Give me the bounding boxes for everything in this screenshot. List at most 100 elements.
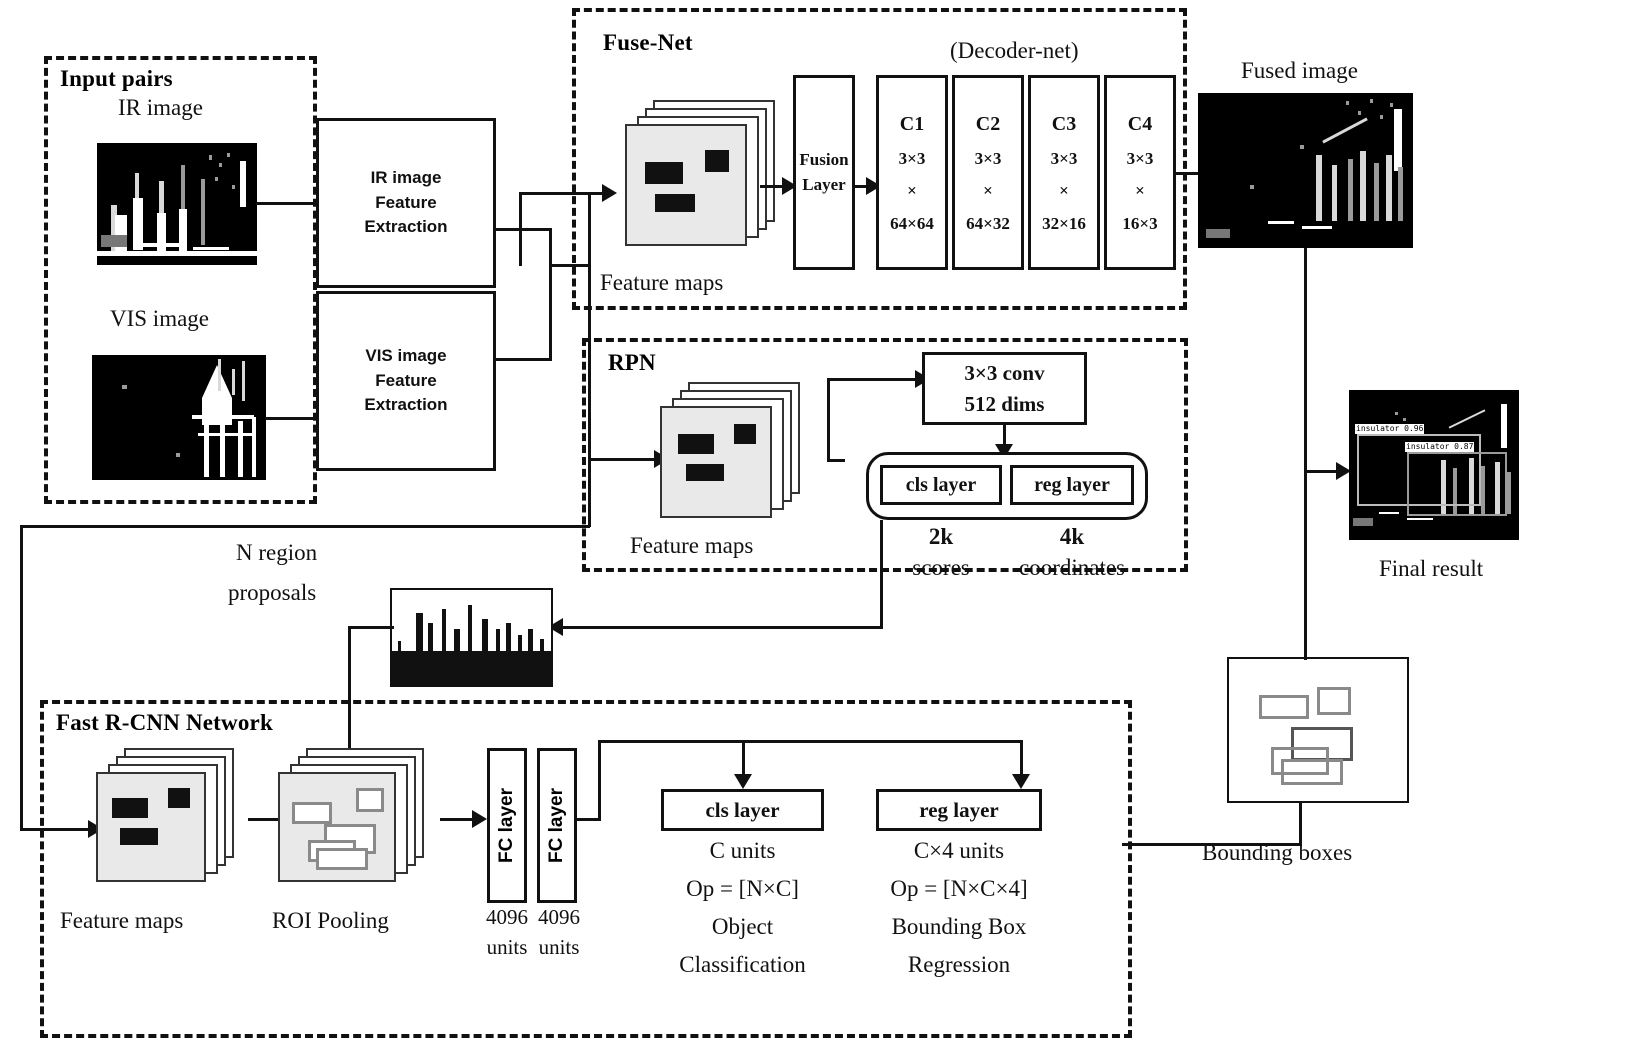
ir-feature-extraction-line-1: IR image: [370, 168, 442, 188]
conv-c3-channels: 32×16: [1042, 213, 1086, 233]
rpn-cls-units-line-2: scores: [912, 555, 970, 580]
wire-rpn-fm-bottom: [827, 459, 845, 462]
wire-bus-to-cls: [742, 740, 745, 778]
proposals-caption-line-2: proposals: [228, 580, 317, 605]
wire-rpn-fm-riser: [827, 378, 830, 462]
conv-block-c1[interactable]: C1 3×3 × 64×64: [876, 75, 948, 270]
group-label-fast-rcnn: Fast R-CNN Network: [56, 710, 273, 735]
roi-pooling-maps: [278, 748, 453, 903]
detection-label-1: insulator 0.96: [1355, 424, 1425, 434]
cls-desc-line-3: Object: [711, 914, 774, 939]
conv-c3-times: ×: [1059, 181, 1069, 201]
conv-c2-kernel: 3×3: [974, 149, 1002, 169]
conv-c1-name: C1: [899, 113, 925, 136]
fusion-layer-line-2: Layer: [802, 174, 846, 194]
region-proposals-thumbnail-frame: [390, 588, 553, 687]
fastrcnn-reg-layer-box[interactable]: reg layer: [876, 789, 1042, 831]
arrowhead-cls-layer: [734, 774, 752, 789]
arrowhead-fc1: [472, 810, 487, 828]
rpn-reg-units-line-2: coordinates: [1018, 555, 1125, 580]
ir-feature-extraction-line-3: Extraction: [364, 217, 448, 237]
conv-c2-times: ×: [983, 181, 993, 201]
conv-c2-channels: 64×32: [966, 213, 1010, 233]
rpn-cls-layer-box[interactable]: cls layer: [880, 465, 1002, 505]
vis-feature-extraction-box[interactable]: VIS image Feature Extraction: [316, 291, 496, 471]
detection-label-2: insulator 0.87: [1405, 442, 1475, 452]
conv-c3-name: C3: [1051, 113, 1077, 136]
conv-c4-channels: 16×3: [1122, 213, 1158, 233]
fusion-layer-box[interactable]: Fusion Layer: [793, 75, 855, 270]
rpn-feature-maps-caption: Feature maps: [630, 533, 754, 558]
roi-pooling-caption: ROI Pooling: [272, 908, 389, 933]
fc2-units-line-1: 4096: [538, 905, 580, 929]
diagram-canvas: Input pairs IR image VIS image IR image …: [0, 0, 1637, 1048]
conv-c4-kernel: 3×3: [1126, 149, 1154, 169]
fastrcnn-cls-layer-label: cls layer: [705, 797, 780, 822]
conv-c2-name: C2: [975, 113, 1001, 136]
wire-to-fastrcnn-left-riser: [20, 525, 23, 831]
conv-c3-kernel: 3×3: [1050, 149, 1078, 169]
conv-c4-times: ×: [1135, 181, 1145, 201]
bounding-boxes-panel: [1227, 657, 1409, 803]
fastrcnn-feature-maps: [96, 748, 261, 903]
wire-proposals-left: [348, 626, 394, 629]
conv-c1-kernel: 3×3: [898, 149, 926, 169]
fastrcnn-cls-layer-box[interactable]: cls layer: [661, 789, 824, 831]
fc-layer-1-box[interactable]: FC layer: [487, 748, 527, 903]
fastrcnn-reg-layer-label: reg layer: [919, 797, 999, 822]
vis-image-caption: VIS image: [110, 306, 210, 331]
ir-image-thumbnail: [97, 143, 257, 265]
conv-c1-times: ×: [907, 181, 917, 201]
rpn-feature-maps: [660, 382, 830, 542]
reg-desc-line-4: Regression: [907, 952, 1011, 977]
group-label-rpn: RPN: [608, 350, 656, 375]
vis-image-thumbnail: [92, 355, 266, 480]
rpn-reg-units-line-1: 4k: [1059, 524, 1085, 549]
conv-block-c2[interactable]: C2 3×3 × 64×32: [952, 75, 1024, 270]
fused-image-caption: Fused image: [1241, 58, 1358, 83]
ir-feature-extraction-box[interactable]: IR image Feature Extraction: [316, 118, 496, 288]
detection-box-2: [1407, 452, 1507, 516]
wire-rpn-to-proposals: [553, 626, 883, 629]
fc-layer-2-label: FC layer: [546, 788, 567, 863]
rpn-cls-layer-label: cls layer: [905, 473, 977, 496]
wire-bus-riser: [598, 740, 601, 820]
wire-ir-out: [494, 228, 552, 231]
wire-vis-to-extraction: [265, 417, 319, 420]
wire-bbox-to-final-riser: [1304, 470, 1307, 660]
wire-to-fastrcnn-bottom: [20, 525, 590, 528]
fusion-layer-line-1: Fusion: [799, 149, 849, 169]
proposals-caption-line-1: N region: [236, 540, 318, 565]
reg-desc-line-3: Bounding Box: [891, 914, 1027, 939]
group-label-fuse-net: Fuse-Net: [603, 30, 693, 55]
reg-desc-line-2: Op = [N×C×4]: [890, 876, 1028, 901]
conv-block-c3[interactable]: C3 3×3 × 32×16: [1028, 75, 1100, 270]
rpn-reg-layer-box[interactable]: reg layer: [1010, 465, 1134, 505]
cls-desc-line-1: C units: [709, 838, 776, 863]
arrowhead-reg-layer: [1012, 774, 1030, 789]
reg-desc-line-1: C×4 units: [913, 838, 1005, 863]
fusenet-feature-maps-caption: Feature maps: [600, 270, 724, 295]
vis-feature-extraction-line-3: Extraction: [364, 395, 448, 415]
rpn-conv-line-1: 3×3 conv: [964, 361, 1045, 386]
rpn-conv-box[interactable]: 3×3 conv 512 dims: [922, 352, 1087, 425]
wire-merge-bracket: [549, 228, 552, 361]
fc-layer-2-box[interactable]: FC layer: [537, 748, 577, 903]
cls-desc-line-2: Op = [N×C]: [686, 876, 799, 901]
conv-block-c4[interactable]: C4 3×3 × 16×3: [1104, 75, 1176, 270]
ir-image-caption: IR image: [118, 95, 203, 120]
wire-ir-to-extraction: [256, 202, 318, 205]
rpn-reg-layer-label: reg layer: [1034, 473, 1110, 496]
fastrcnn-feature-maps-caption: Feature maps: [60, 908, 184, 933]
rpn-conv-line-2: 512 dims: [964, 391, 1045, 416]
bounding-boxes-caption: Bounding boxes: [1202, 840, 1353, 865]
fc2-units-line-2: units: [538, 935, 580, 959]
wire-bus-to-reg: [1020, 740, 1023, 778]
final-result-caption: Final result: [1379, 556, 1484, 581]
group-label-input-pairs: Input pairs: [60, 66, 173, 91]
wire-rpn-out-riser: [880, 520, 883, 628]
conv-c4-name: C4: [1127, 113, 1153, 136]
wire-vis-out: [494, 358, 552, 361]
final-result-thumbnail: insulator 0.96 insulator 0.87: [1349, 390, 1519, 540]
rpn-cls-units-line-1: 2k: [928, 524, 954, 549]
